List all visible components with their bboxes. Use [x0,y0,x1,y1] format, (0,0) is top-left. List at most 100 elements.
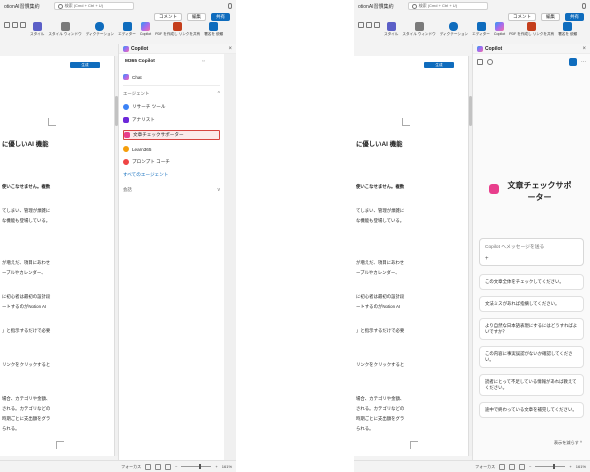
all-agents-link[interactable]: すべてのエージェント [123,170,220,180]
menu-item-chat[interactable]: Chat [123,72,220,82]
generate-button[interactable]: 生成 [424,62,454,68]
document-page[interactable]: 生成 に優しいAI 機能 使いこなせません。複数 てしまい、管理が煩雑に な機能… [354,56,469,456]
view-read-icon[interactable] [519,463,526,470]
zoom-slider[interactable] [535,464,566,469]
ribbon-item-copilot[interactable]: Copilot [494,22,505,36]
prompt-suggestion[interactable]: 途中で終わっている文章を補完してください。 [479,402,584,418]
ribbon-item-sign[interactable]: 署名を 依頼 [204,22,223,36]
search-box[interactable]: 検索 (Cmd + Ctrl + U) [53,2,134,10]
doc-line: てしまい、管理が煩雑に [2,208,51,213]
list-icon[interactable] [4,22,10,28]
ribbon-item-sign[interactable]: 署名を 依頼 [558,22,577,36]
zoom-out-icon[interactable]: − [175,464,177,469]
view-read-icon[interactable] [165,463,172,470]
menu-item-learn365[interactable]: Learn365 [123,144,220,154]
prompt-suggestion[interactable]: 読者にとって不足している情報があれば教えてください。 [479,374,584,396]
edit-mode-button[interactable]: 編集 [541,13,560,21]
zoom-out-icon[interactable]: − [529,464,531,469]
copilot-header: Copilot × [473,44,590,54]
ribbon-item-styles[interactable]: スタイル [384,22,398,36]
share-button[interactable]: 共有 [211,13,230,21]
ribbon-label: エディター [472,32,490,36]
agent-card: 文章チェックサポーター [473,180,590,204]
ribbon-item-styles[interactable]: スタイル [30,22,44,36]
ribbon-item-copilot[interactable]: Copilot [140,22,151,36]
view-print-icon[interactable] [499,463,506,470]
indent-icon[interactable] [12,22,18,28]
microphone-icon[interactable] [228,3,232,9]
list-icon[interactable] [358,22,364,28]
doc-line: られる。 [356,426,374,431]
agents-section-header[interactable]: エージェント ^ [123,89,220,99]
prompt-suggestion[interactable]: この内容に事実誤認がないか確認してください。 [479,346,584,368]
view-print-icon[interactable] [145,463,152,470]
agent-chat: ··· 文章チェックサポーター Copilot へメッセージを送る + この文章… [473,54,590,460]
copilot-pane: Copilot × ··· 文章チェックサポーター Copilot へメッセージ… [472,44,590,460]
zoom-in-icon[interactable]: + [569,464,571,469]
microphone-icon[interactable] [582,3,586,9]
zoom-level[interactable]: 161% [576,464,586,469]
document-page[interactable]: 生成 に優しいAI 機能 使いこなせません。複数 てしまい、管理が煩雑に な機能… [0,56,115,456]
edit-mode-button[interactable]: 編集 [187,13,206,21]
menu-item-prompt-coach[interactable]: プロンプト コーチ [123,157,220,167]
doc-line: が増えだ、項目にあわせ [356,260,405,265]
align-icon[interactable] [20,22,26,28]
share-label: 共有 [216,14,225,19]
share-button[interactable]: 共有 [565,13,584,21]
ribbon-item-editor[interactable]: エディター [472,22,490,36]
indent-icon[interactable] [366,22,372,28]
focus-label[interactable]: フォーカス [121,464,141,470]
new-chat-icon[interactable] [569,58,577,66]
close-icon[interactable]: × [228,46,232,52]
learn-icon [123,146,129,152]
right-window: otionAI習慣集約 検索 (Cmd + Ctrl + U) コメント 編集 … [354,0,590,472]
add-attachment-icon[interactable]: + [485,256,489,262]
comment-button[interactable]: コメント [154,13,182,21]
prompt-suggestion[interactable]: 文法ミスがあれば指摘してください。 [479,296,584,312]
zoom-slider[interactable] [181,464,212,469]
sidebar-toggle-icon[interactable]: ⇔ [201,58,206,64]
generate-button[interactable]: 生成 [70,62,100,68]
menu-item-research[interactable]: リサーチ ツール [123,102,220,112]
ribbon-item-pdf[interactable]: PDF を作成し リンクを共有 [155,22,200,36]
menu-item-analyst[interactable]: アナリスト [123,115,220,125]
ribbon-item-styles-pane[interactable]: スタイル ウィンドウ [48,22,82,36]
doc-line: に初心者は最初の設計段 [356,294,405,299]
prompt-suggestion[interactable]: より自然な日本語表現にするにはどうすればよいですか？ [479,318,584,340]
copilot-icon [494,22,504,31]
doc-line: 時期ごとに支出額をグラ [356,416,405,421]
doc-line: な機能も登場している。 [356,218,405,223]
doc-line: リンクをクリックすると [356,362,405,367]
search-box[interactable]: 検索 (Cmd + Ctrl + U) [407,2,488,10]
history-section-header[interactable]: 会話 v [123,185,220,195]
zoom-level[interactable]: 161% [222,464,232,469]
history-icon[interactable] [487,59,493,65]
sidebar-toggle-icon[interactable] [477,59,483,65]
ribbon-item-styles-pane[interactable]: スタイル ウィンドウ [402,22,436,36]
history-label: 会話 [123,187,132,192]
chat-input[interactable]: Copilot へメッセージを送る + [479,238,584,266]
show-less-button[interactable]: 表示を減らす ^ [554,440,582,446]
focus-label[interactable]: フォーカス [475,464,495,470]
ribbon-item-pdf[interactable]: PDF を作成し リンクを共有 [509,22,554,36]
more-options-icon[interactable]: ··· [581,59,586,65]
close-icon[interactable]: × [582,46,586,52]
menu-item-text-check-supporter[interactable]: 文章チェックサポーター [123,130,220,140]
doc-heading: に優しいAI 機能 [2,141,49,148]
agent-menu: M365 Copilot ⇔ Chat エージェント ^ リサーチ ツール アナ… [119,54,224,460]
zoom-in-icon[interactable]: + [215,464,217,469]
align-icon[interactable] [374,22,380,28]
agent-icon [488,184,499,194]
view-web-icon[interactable] [509,463,516,470]
comment-button[interactable]: コメント [508,13,536,21]
crop-mark [56,441,64,449]
agent-icon [124,132,130,138]
ribbon-item-editor[interactable]: エディター [118,22,136,36]
agent-label: Learn365 [132,146,152,152]
prompt-suggestion[interactable]: この文章全体をチェックしてください。 [479,274,584,290]
ribbon-item-dictation[interactable]: ディクテーション [440,22,468,36]
ribbon-actions: コメント 編集 共有 [354,12,590,22]
view-web-icon[interactable] [155,463,162,470]
m365-copilot-row[interactable]: M365 Copilot ⇔ [119,56,212,66]
ribbon-item-dictation[interactable]: ディクテーション [86,22,114,36]
